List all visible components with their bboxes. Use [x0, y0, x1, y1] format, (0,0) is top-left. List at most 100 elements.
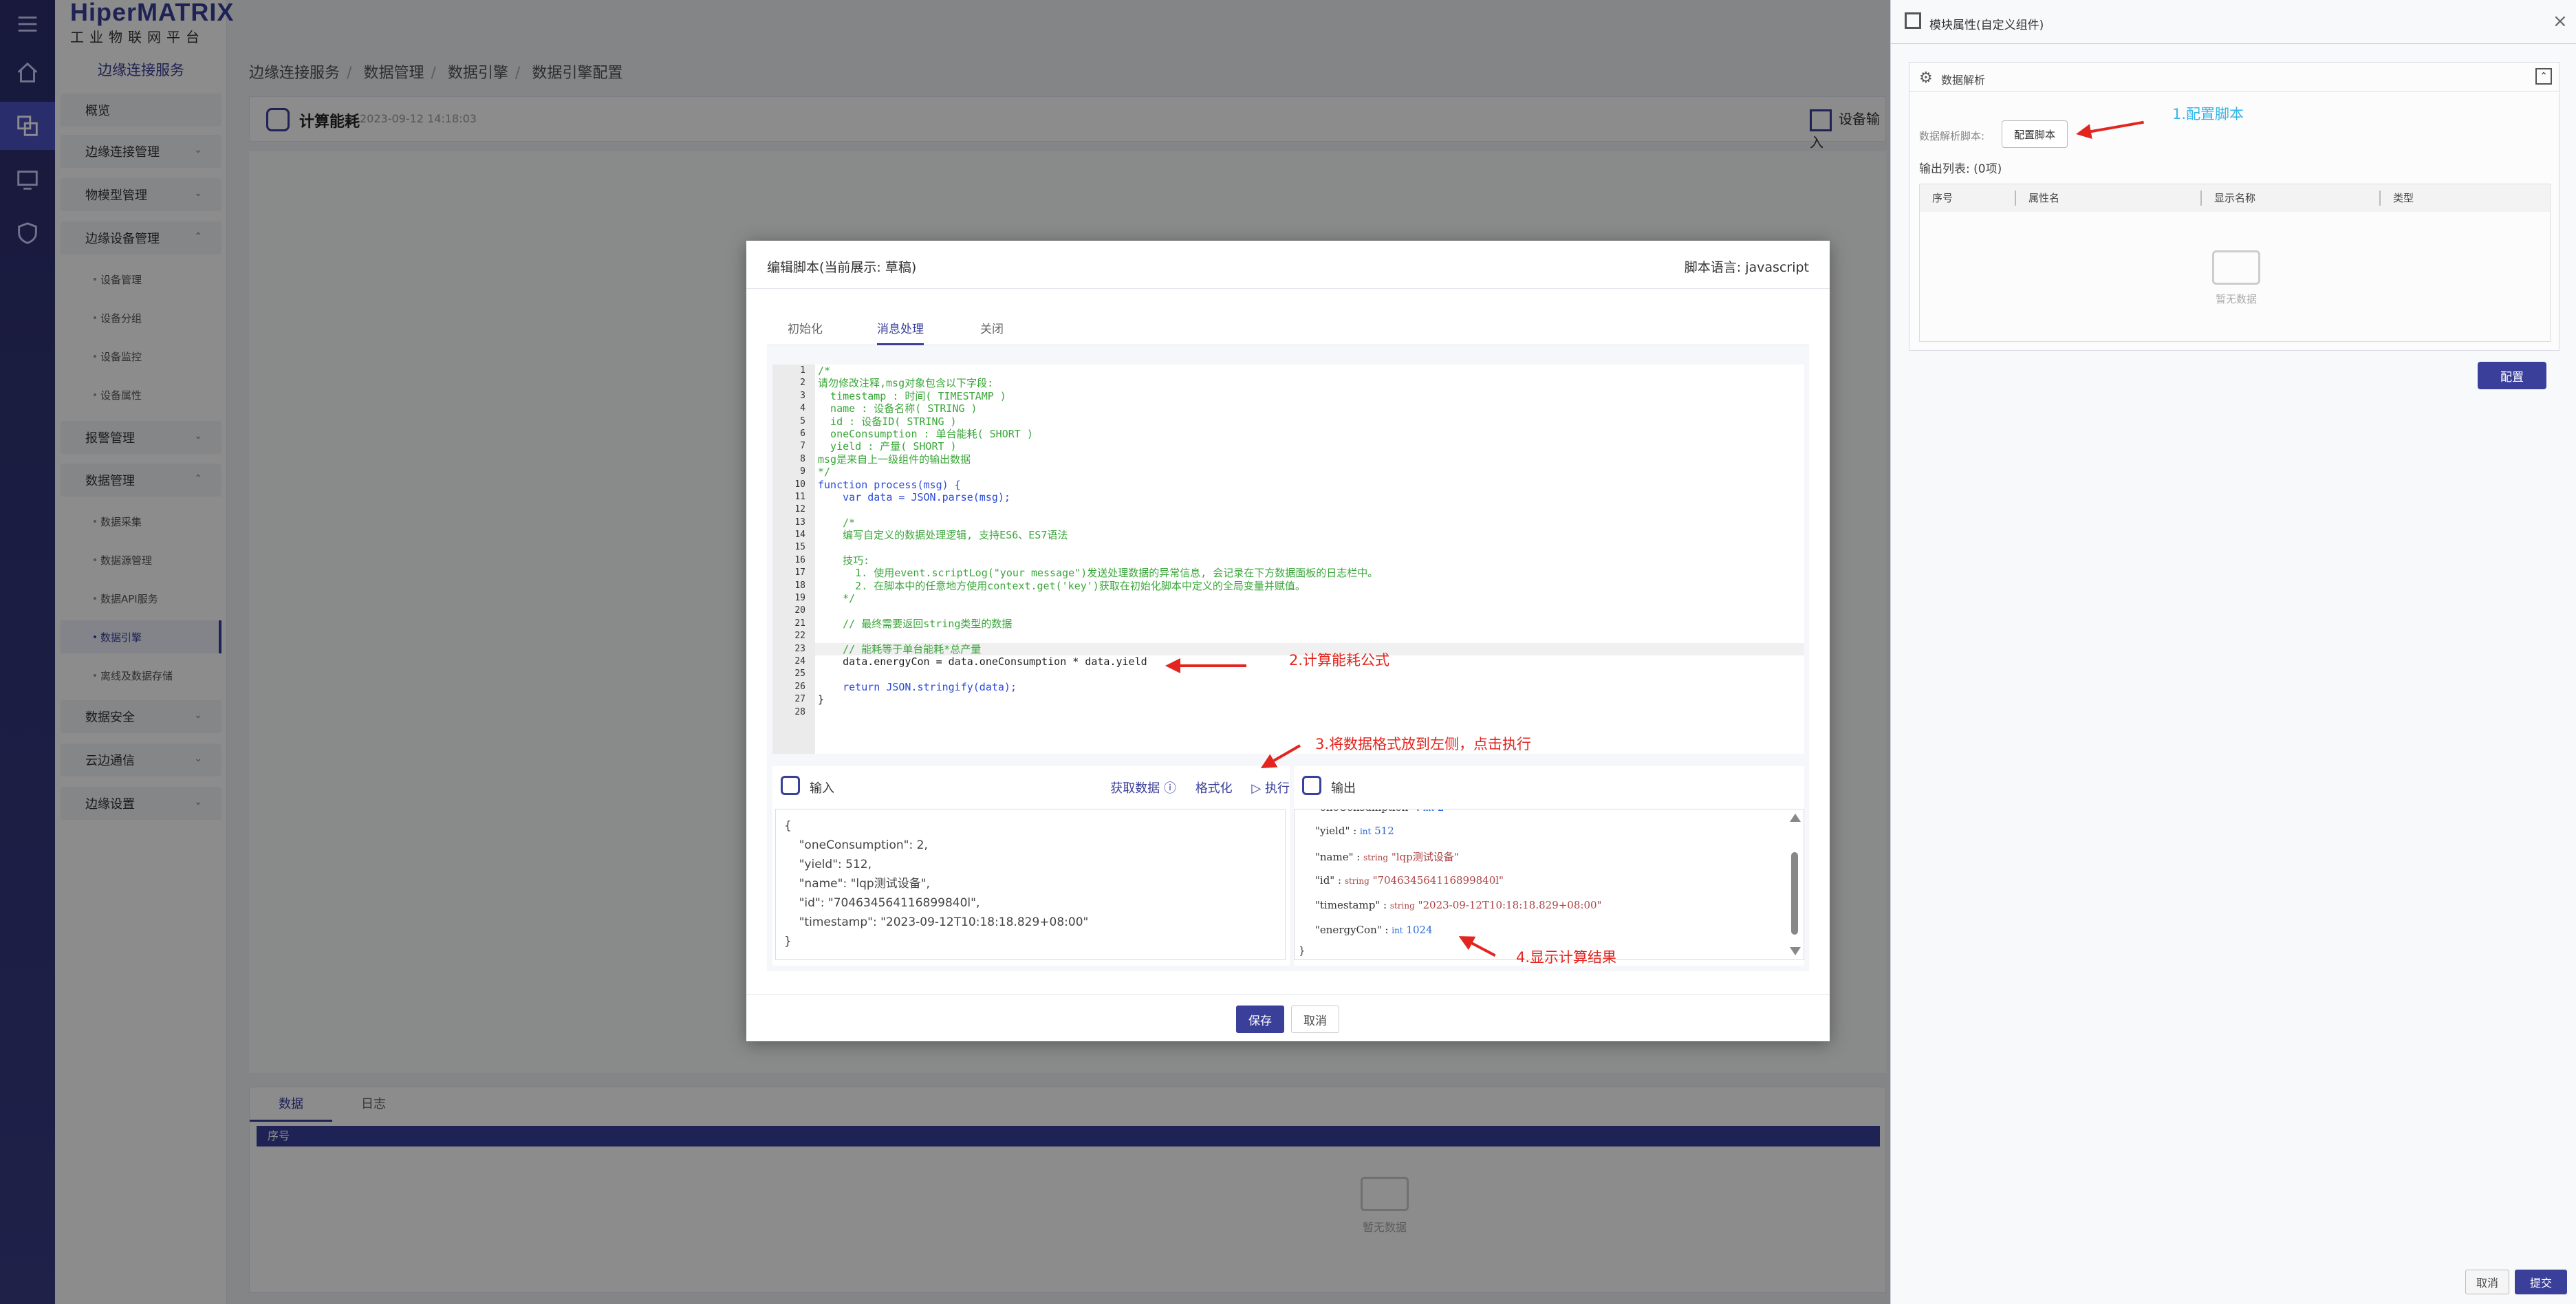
input-panel: 输入 获取数据 ⓘ 格式化 ▷ 执行 { "oneConsumption": 2…: [772, 766, 1290, 966]
input-line: {: [784, 819, 792, 833]
column-header: 属性名: [2016, 191, 2202, 206]
scroll-up-icon[interactable]: [1790, 814, 1801, 822]
input-title: 输入: [810, 781, 834, 796]
input-line: "oneConsumption": 2,: [784, 838, 928, 852]
code-line: */: [818, 592, 856, 605]
output-list-label: 输出列表: (0项): [1919, 162, 2002, 176]
collapse-icon[interactable]: ⌃: [2535, 68, 2552, 85]
code-line: var data = JSON.parse(msg);: [818, 490, 1010, 503]
input-line: "yield": 512,: [784, 858, 872, 871]
annotation-step-4: 4.显示计算结果: [1516, 949, 1617, 966]
line-number: 28: [794, 706, 805, 717]
line-number-gutter: 1 2 3 4 5 6 7 8 9 10 11 12 13 14 15 16 17 18 19 20 21 22 23 24 2…: [772, 365, 815, 754]
cancel-button[interactable]: 取消: [1291, 1006, 1339, 1033]
line-number: 3: [800, 390, 805, 401]
code-line: yield : 产量( SHORT ): [818, 440, 957, 453]
column-header: 序号: [1920, 191, 2016, 206]
line-number: 19: [794, 593, 805, 604]
annotation-step-1: 1.配置脚本: [2172, 106, 2244, 122]
code-line: name : 设备名称( STRING ): [818, 402, 977, 415]
line-number: 1: [800, 365, 805, 376]
module-properties-drawer: 模块属性(自定义组件) × ⚙ 数据解析 ⌃ 数据解析脚本: 配置脚本 输出列表…: [1890, 0, 2576, 1304]
input-line: "name": "lqp测试设备",: [784, 877, 930, 891]
io-panel: 输入 获取数据 ⓘ 格式化 ▷ 执行 { "oneConsumption": 2…: [772, 766, 1804, 966]
drawer-cancel-button[interactable]: 取消: [2465, 1270, 2509, 1294]
code-line: 技巧:: [818, 554, 870, 567]
output-title: 输出: [1331, 781, 1356, 796]
code-line: function process(msg) {: [818, 478, 961, 491]
column-header: 类型: [2393, 192, 2414, 204]
line-number: 17: [794, 567, 805, 578]
line-number: 27: [794, 694, 805, 705]
tab-message[interactable]: 消息处理: [877, 319, 924, 345]
output-line: "timestamp" : string "2023-09-12T10:18:1…: [1315, 899, 1602, 911]
line-number: 23: [794, 643, 805, 654]
line-number: 20: [794, 605, 805, 616]
line-number: 25: [794, 669, 805, 680]
annotation-arrow-2: [1165, 658, 1246, 673]
output-panel: 输出 "oneConsumption" : int 2 "yield" : in…: [1294, 766, 1804, 966]
line-number: 6: [800, 428, 805, 439]
output-json-viewer: "oneConsumption" : int 2 "yield" : int 5…: [1294, 809, 1804, 960]
empty-state: 暂无数据: [2195, 250, 2277, 306]
configure-script-button[interactable]: 配置脚本: [2002, 120, 2068, 148]
line-number: 2: [800, 378, 805, 389]
line-number: 11: [794, 491, 805, 502]
tab-init[interactable]: 初始化: [788, 319, 823, 336]
gear-icon: ⚙: [1919, 69, 1933, 87]
fetch-data-button[interactable]: 获取数据 ⓘ: [1110, 781, 1176, 796]
code-line: oneConsumption : 单台能耗( SHORT ): [818, 427, 1033, 440]
output-icon: [1302, 776, 1321, 795]
code-editor[interactable]: 1 2 3 4 5 6 7 8 9 10 11 12 13 14 15 16 17 18 19 20 21 22 23 24 2…: [772, 365, 1804, 754]
output-scrollbar[interactable]: [1790, 814, 1801, 957]
empty-text: 暂无数据: [2215, 293, 2257, 305]
modal-title: 编辑脚本(当前展示: 草稿): [767, 260, 917, 275]
card-title: 数据解析: [1941, 74, 1986, 87]
modal-footer: [746, 994, 1830, 1041]
code-line: /*: [818, 365, 831, 377]
scroll-down-icon[interactable]: [1790, 947, 1801, 955]
code-line: /*: [818, 516, 856, 529]
save-button[interactable]: 保存: [1236, 1006, 1284, 1033]
config-button[interactable]: 配置: [2478, 362, 2546, 389]
scroll-thumb[interactable]: [1791, 852, 1798, 935]
code-line: 2. 在脚本中的任意地方使用context.get('key')获取在初始化脚本…: [818, 579, 1306, 592]
drawer-title: 模块属性(自定义组件): [1929, 19, 2044, 32]
output-line: "energyCon" : int 1024: [1315, 924, 1433, 936]
output-line: "id" : string "704634564116899840l": [1315, 874, 1504, 887]
input-json-editor[interactable]: { "oneConsumption": 2, "yield": 512, "na…: [775, 809, 1286, 960]
code-line: }: [818, 693, 825, 706]
line-number: 21: [794, 618, 805, 629]
line-number: 5: [800, 415, 805, 426]
line-number: 24: [794, 655, 805, 666]
line-number: 16: [794, 554, 805, 565]
output-line: "oneConsumption" : int 2: [1315, 809, 1444, 814]
format-button[interactable]: 格式化: [1195, 781, 1233, 796]
execute-button[interactable]: ▷ 执行: [1251, 781, 1290, 796]
code-line: return JSON.stringify(data);: [818, 680, 1017, 693]
column-header: 显示名称: [2202, 191, 2381, 206]
line-number: 14: [794, 530, 805, 541]
close-icon[interactable]: ×: [2553, 11, 2568, 32]
line-number: 13: [794, 517, 805, 528]
empty-box-icon: [2212, 250, 2260, 285]
output-line: "name" : string "lqp测试设备": [1315, 851, 1459, 863]
line-number: 12: [794, 504, 805, 515]
line-number: 9: [800, 466, 805, 477]
input-line: "timestamp": "2023-09-12T10:18:18.829+08…: [784, 915, 1089, 929]
code-line: */: [818, 466, 831, 479]
input-line: "id": "704634564116899840l",: [784, 896, 980, 910]
output-line: "yield" : int 512: [1315, 825, 1394, 837]
line-number: 10: [794, 479, 805, 490]
code-line: 编写自定义的数据处理逻辑, 支持ES6、ES7语法: [818, 529, 1068, 542]
code-line: 1. 使用event.scriptLog("your message")发送处理…: [818, 567, 1378, 580]
input-line: }: [784, 935, 792, 948]
script-language: 脚本语言: javascript: [1684, 260, 1809, 275]
drawer-submit-button[interactable]: 提交: [2515, 1270, 2567, 1294]
tab-close[interactable]: 关闭: [980, 319, 1004, 336]
output-table: 序号 属性名 显示名称 类型 暂无数据: [1919, 184, 2551, 342]
